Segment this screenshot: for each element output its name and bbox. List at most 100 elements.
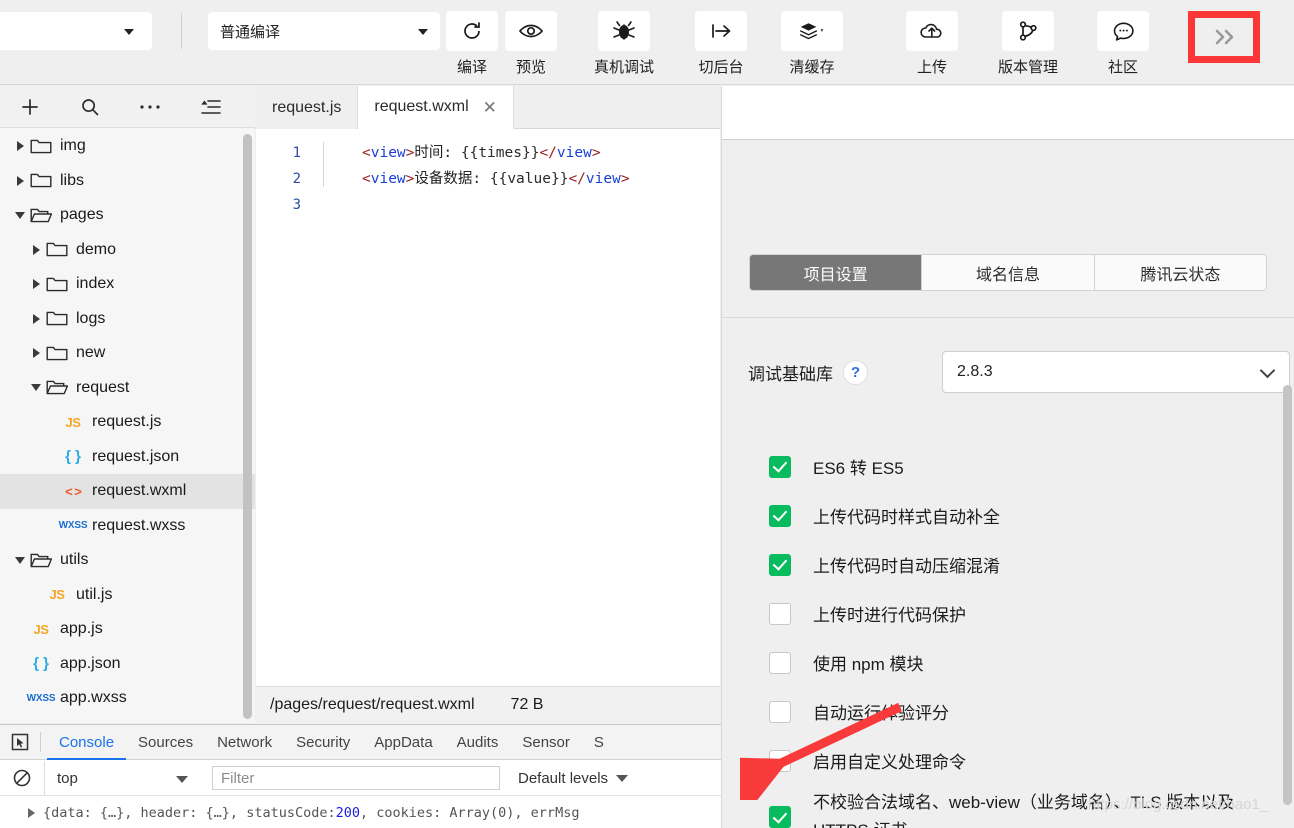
devtools-tab[interactable]: S bbox=[582, 725, 616, 760]
file-tree-scrollbar[interactable] bbox=[243, 134, 252, 719]
more-options-button[interactable] bbox=[120, 86, 180, 128]
expand-triangle-icon[interactable] bbox=[28, 808, 35, 818]
settings-checkbox-row[interactable]: 使用 npm 模块 bbox=[722, 638, 1294, 687]
debug-library-select[interactable]: 2.8.3 bbox=[942, 351, 1290, 393]
background-button[interactable] bbox=[695, 11, 747, 51]
clear-cache-button[interactable] bbox=[781, 11, 843, 51]
checkbox-unchecked-icon[interactable] bbox=[769, 700, 791, 723]
clear-console-button[interactable] bbox=[0, 761, 44, 796]
community-button[interactable] bbox=[1097, 11, 1149, 51]
devtools-panel: Console Sources Network Security AppData Audi… bbox=[0, 724, 721, 828]
help-icon[interactable]: ? bbox=[843, 359, 868, 385]
file-tree-item[interactable]: demo bbox=[0, 233, 255, 268]
editor-tab[interactable]: request.wxml ✕ bbox=[358, 86, 514, 129]
compile-button[interactable] bbox=[446, 11, 498, 51]
settings-checkbox-row[interactable]: ES6 转 ES5 bbox=[722, 442, 1294, 491]
devtools-tab[interactable]: Audits bbox=[445, 725, 511, 760]
search-icon bbox=[82, 98, 99, 115]
chevron-right-icon[interactable] bbox=[28, 345, 44, 361]
file-tree-item-label: request.js bbox=[92, 413, 162, 431]
file-tree-item[interactable]: pages bbox=[0, 198, 255, 233]
console-output-row[interactable]: {data: {…}, header: {…}, statusCode: 200… bbox=[0, 797, 721, 828]
file-tree-item[interactable]: index bbox=[0, 267, 255, 302]
settings-checkbox-row[interactable]: 上传代码时自动压缩混淆 bbox=[722, 540, 1294, 589]
settings-tabs[interactable]: 项目设置 域名信息 腾讯云状态 bbox=[749, 254, 1267, 291]
chevron-right-icon[interactable] bbox=[28, 276, 44, 292]
checkbox-checked-icon[interactable] bbox=[769, 553, 791, 576]
folder-icon bbox=[44, 276, 70, 293]
console-filter-input[interactable]: Filter bbox=[212, 766, 500, 790]
console-levels-select[interactable]: Default levels bbox=[518, 769, 629, 787]
chevron-down-icon[interactable] bbox=[28, 380, 44, 396]
mode-select[interactable]: 模式 bbox=[0, 12, 152, 50]
chevron-right-icon[interactable] bbox=[28, 311, 44, 327]
settings-tab[interactable]: 项目设置 bbox=[750, 255, 923, 290]
settings-checkbox-row[interactable]: 上传时进行代码保护 bbox=[722, 589, 1294, 638]
file-tree-item[interactable]: img bbox=[0, 129, 255, 164]
line-number: 1 bbox=[292, 145, 301, 161]
settings-scrollbar[interactable] bbox=[1283, 385, 1292, 805]
settings-checkbox-row[interactable]: 上传代码时样式自动补全 bbox=[722, 491, 1294, 540]
version-control-button[interactable] bbox=[1002, 11, 1054, 51]
console-context-select[interactable]: top bbox=[44, 760, 204, 796]
file-tree-item[interactable]: { } request.json bbox=[0, 440, 255, 475]
console-levels-label: Default levels bbox=[518, 769, 609, 787]
double-chevron-right-icon bbox=[1215, 29, 1234, 45]
chevron-down-icon[interactable] bbox=[12, 552, 28, 568]
devtools-tab[interactable]: Console bbox=[47, 725, 126, 760]
preview-button[interactable] bbox=[505, 11, 557, 51]
file-tree-item[interactable]: WXSS request.wxss bbox=[0, 509, 255, 544]
code-area[interactable]: 123 <view>时间: {{times}}</view> <view>设备数据… bbox=[256, 130, 720, 678]
file-tree-item[interactable]: libs bbox=[0, 164, 255, 199]
settings-checkbox-row[interactable]: 自动运行体验评分 bbox=[722, 687, 1294, 736]
file-tree-item[interactable]: JS request.js bbox=[0, 405, 255, 440]
file-tree-item[interactable]: new bbox=[0, 336, 255, 371]
gutter-divider bbox=[323, 142, 324, 187]
devtools-tabs[interactable]: Console Sources Network Security AppData Audi… bbox=[47, 725, 616, 760]
checkbox-unchecked-icon[interactable] bbox=[769, 651, 791, 674]
close-icon[interactable]: ✕ bbox=[483, 99, 497, 116]
compile-mode-select[interactable]: 普通编译 bbox=[208, 12, 440, 50]
checkbox-unchecked-icon[interactable] bbox=[769, 749, 791, 772]
more-toolbar-button[interactable] bbox=[1198, 18, 1252, 56]
search-file-button[interactable] bbox=[60, 86, 120, 128]
editor-tabbar[interactable]: request.js request.wxml ✕ bbox=[256, 86, 720, 129]
devtools-tab[interactable]: Sensor bbox=[510, 725, 582, 760]
checkbox-checked-icon[interactable] bbox=[769, 504, 791, 527]
collapse-all-button[interactable] bbox=[180, 86, 240, 128]
settings-tab[interactable]: 腾讯云状态 bbox=[1094, 255, 1266, 290]
chevron-right-icon[interactable] bbox=[28, 242, 44, 258]
json-file-icon: { } bbox=[65, 448, 81, 466]
code-content[interactable]: <view>时间: {{times}}</view> <view>设备数据: {{… bbox=[362, 130, 630, 678]
devtools-tab[interactable]: Sources bbox=[126, 725, 205, 760]
folder-open-icon bbox=[44, 379, 70, 396]
devtools-tab[interactable]: Network bbox=[205, 725, 284, 760]
editor-tab[interactable]: request.js bbox=[256, 86, 359, 129]
file-tree-item[interactable]: JS app.js bbox=[0, 612, 255, 647]
inspect-element-button[interactable] bbox=[0, 725, 40, 760]
file-tree-list[interactable]: img libs pages demo index logs new request JS req… bbox=[0, 129, 255, 723]
checkbox-unchecked-icon[interactable] bbox=[769, 602, 791, 625]
checkbox-checked-icon[interactable] bbox=[769, 806, 791, 828]
json-file-icon: { } bbox=[33, 655, 49, 673]
settings-checkbox-row[interactable]: 启用自定义处理命令 bbox=[722, 736, 1294, 785]
devtools-tab[interactable]: Security bbox=[284, 725, 362, 760]
file-tree-item[interactable]: JS util.js bbox=[0, 578, 255, 613]
file-tree-item[interactable]: { } app.json bbox=[0, 647, 255, 682]
devtools-tabbar[interactable]: Console Sources Network Security AppData Audi… bbox=[0, 725, 721, 760]
file-tree-item[interactable]: utils bbox=[0, 543, 255, 578]
chevron-right-icon[interactable] bbox=[12, 173, 28, 189]
chevron-down-icon[interactable] bbox=[12, 207, 28, 223]
file-tree-item[interactable]: request bbox=[0, 371, 255, 406]
settings-checkbox-list[interactable]: ES6 转 ES5 上传代码时样式自动补全 上传代码时自动压缩混淆 上传时进行代码保护… bbox=[722, 442, 1294, 828]
upload-button[interactable] bbox=[906, 11, 958, 51]
chevron-right-icon[interactable] bbox=[12, 138, 28, 154]
file-tree-item[interactable]: WXSS app.wxss bbox=[0, 681, 255, 716]
devtools-tab[interactable]: AppData bbox=[362, 725, 444, 760]
file-tree-item[interactable]: logs bbox=[0, 302, 255, 337]
settings-tab[interactable]: 域名信息 bbox=[922, 255, 1095, 290]
real-device-debug-button[interactable] bbox=[598, 11, 650, 51]
file-tree-item[interactable]: < > request.wxml bbox=[0, 474, 255, 509]
checkbox-checked-icon[interactable] bbox=[769, 455, 791, 478]
add-file-button[interactable] bbox=[0, 86, 60, 128]
